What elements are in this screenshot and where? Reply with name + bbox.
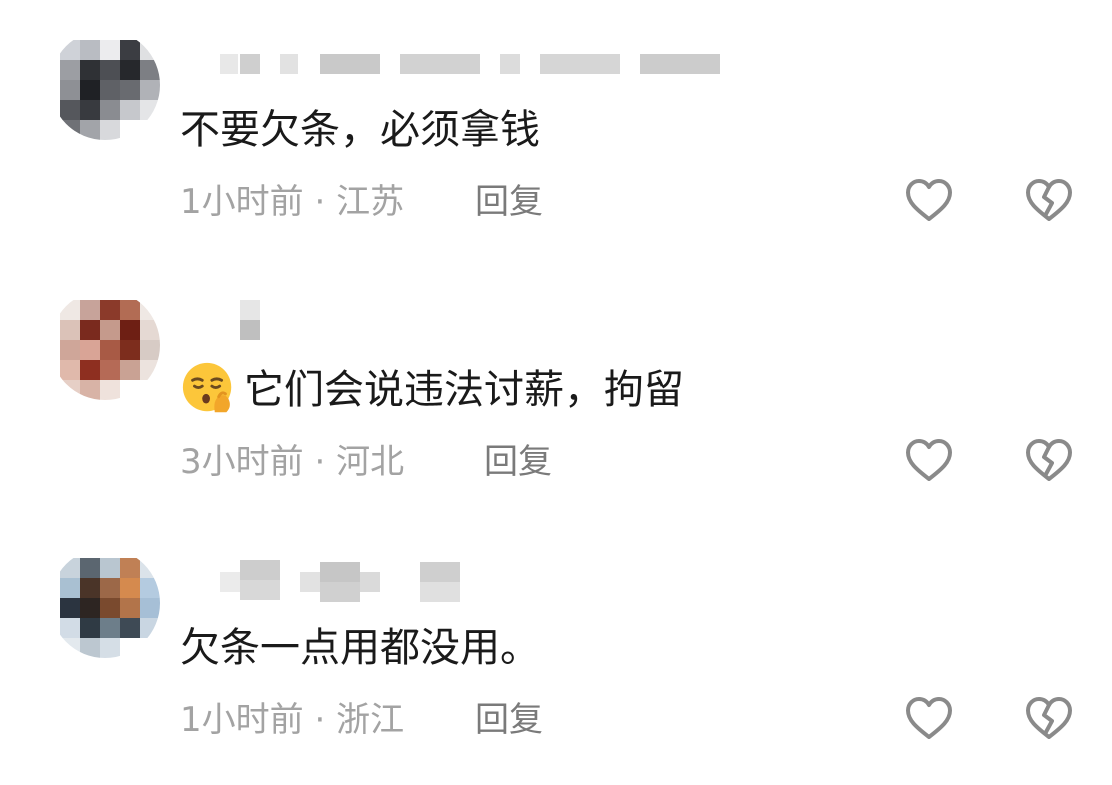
broken-heart-outline-icon xyxy=(1026,179,1072,221)
comment-list: 不要欠条，必须拿钱 1小时前 · 江苏 回复 它们会说违法讨薪，拘留 3小时前 … xyxy=(0,0,1112,785)
comment-item: 不要欠条，必须拿钱 1小时前 · 江苏 回复 xyxy=(0,30,1112,280)
comment-text-content: 它们会说违法讨薪，拘留 xyxy=(244,367,684,413)
like-button[interactable] xyxy=(904,176,954,226)
comment-meta: 1小时前 · 江苏 xyxy=(180,180,404,224)
comment-item: 欠条一点用都没用。 1小时前 · 浙江 回复 xyxy=(0,548,1112,785)
meta-separator: · xyxy=(303,442,337,482)
dislike-button[interactable] xyxy=(1024,694,1074,744)
comment-location: 江苏 xyxy=(336,182,405,222)
dislike-button[interactable] xyxy=(1024,436,1074,486)
meta-separator: · xyxy=(303,700,337,740)
avatar[interactable] xyxy=(50,290,160,400)
comment-text: 不要欠条，必须拿钱 xyxy=(180,105,540,155)
heart-outline-icon xyxy=(906,439,952,481)
comment-text: 它们会说违法讨薪，拘留 xyxy=(180,362,684,418)
reply-button[interactable]: 回复 xyxy=(484,440,552,484)
dislike-button[interactable] xyxy=(1024,176,1074,226)
broken-heart-outline-icon xyxy=(1026,697,1072,739)
heart-outline-icon xyxy=(906,697,952,739)
comment-item: 它们会说违法讨薪，拘留 3小时前 · 河北 回复 xyxy=(0,290,1112,540)
heart-outline-icon xyxy=(906,179,952,221)
comment-time: 3小时前 xyxy=(180,442,304,482)
shushing-face-emoji xyxy=(182,362,232,413)
comment-time: 1小时前 xyxy=(180,182,304,222)
broken-heart-outline-icon xyxy=(1026,439,1072,481)
comment-text: 欠条一点用都没用。 xyxy=(180,623,540,673)
comment-meta: 1小时前 · 浙江 xyxy=(180,698,404,742)
reply-button[interactable]: 回复 xyxy=(475,698,543,742)
like-button[interactable] xyxy=(904,694,954,744)
comment-text-content: 不要欠条，必须拿钱 xyxy=(180,107,540,153)
comment-meta: 3小时前 · 河北 xyxy=(180,440,404,484)
comment-time: 1小时前 xyxy=(180,700,304,740)
avatar[interactable] xyxy=(50,548,160,658)
avatar[interactable] xyxy=(50,30,160,140)
comment-text-content: 欠条一点用都没用。 xyxy=(180,625,540,671)
like-button[interactable] xyxy=(904,436,954,486)
reply-button[interactable]: 回复 xyxy=(475,180,543,224)
comment-location: 浙江 xyxy=(336,700,405,740)
meta-separator: · xyxy=(303,182,337,222)
comment-location: 河北 xyxy=(336,442,405,482)
